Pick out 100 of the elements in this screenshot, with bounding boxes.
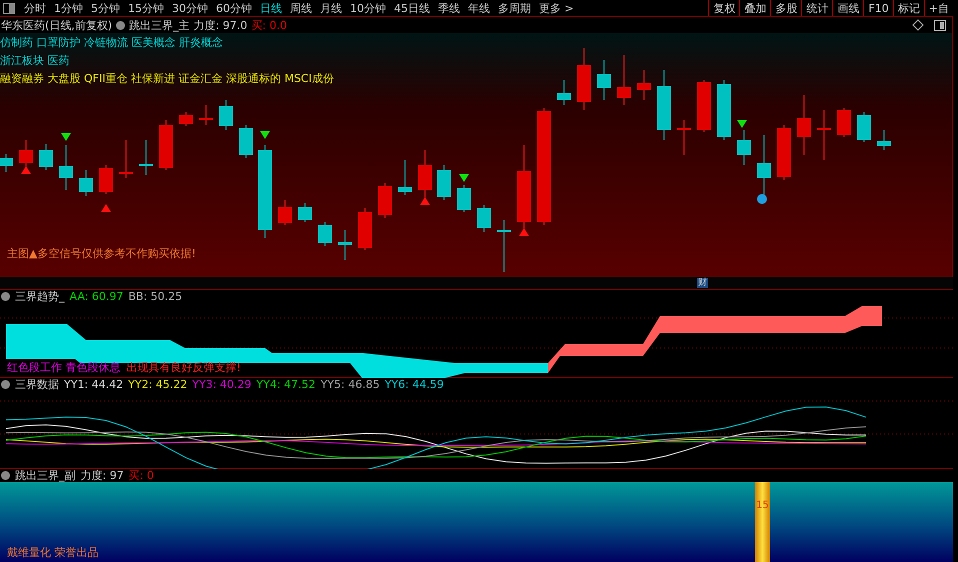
period-tab[interactable]: 月线 xyxy=(316,0,346,16)
period-tab[interactable]: 45日线 xyxy=(390,0,434,16)
candlestick xyxy=(159,120,173,170)
chart-note: 主图▲多空信号仅供参考不作购买依据! xyxy=(7,246,196,261)
toolbar-button[interactable]: +自 xyxy=(924,0,953,16)
period-tab[interactable]: 1分钟 xyxy=(50,0,87,16)
period-tab[interactable]: 5分钟 xyxy=(87,0,124,16)
indicator-name: 三界数据 xyxy=(15,377,59,392)
candlestick xyxy=(239,124,253,158)
collapse-icon[interactable] xyxy=(116,20,126,30)
candlestick xyxy=(139,140,153,176)
up-triangle-icon xyxy=(21,166,31,174)
candlestick xyxy=(99,164,113,194)
panel-toggle-icon[interactable] xyxy=(3,2,15,14)
signal-dot-icon xyxy=(757,194,767,204)
candlestick xyxy=(777,124,791,180)
candlestick xyxy=(637,70,651,100)
concept-tags: 仿制药 口罩防护 冷链物流 医美概念 肝炎概念 xyxy=(0,35,223,50)
candlestick xyxy=(179,112,193,126)
candlestick xyxy=(757,134,771,196)
indicator-readout: YY4: 47.52 xyxy=(256,378,316,392)
period-tab[interactable]: 10分钟 xyxy=(346,0,390,16)
toolbar-button[interactable]: 统计 xyxy=(801,0,832,16)
period-tab[interactable]: 30分钟 xyxy=(168,0,212,16)
candlestick xyxy=(617,54,631,106)
credit-text: 戴维量化 荣誉出品 xyxy=(7,545,98,560)
candlestick xyxy=(677,120,691,156)
toolbar-button[interactable]: 复权 xyxy=(708,0,740,16)
candlestick xyxy=(418,150,432,198)
concept-tags: 浙江板块 医药 xyxy=(0,53,70,68)
indicator-readout: 买: 0 xyxy=(128,468,154,483)
bar-label: 15 xyxy=(756,500,769,511)
candlestick xyxy=(318,222,332,246)
period-tab[interactable]: 季线 xyxy=(434,0,464,16)
candlestick xyxy=(457,184,471,212)
candlestick xyxy=(219,100,233,130)
candlestick xyxy=(837,108,851,138)
candlestick xyxy=(119,140,133,178)
indicator-readout: YY6: 44.59 xyxy=(384,378,444,392)
period-tab[interactable]: 分时 xyxy=(20,0,50,16)
indicator-readout: YY3: 40.29 xyxy=(192,378,252,392)
indicator-readout: BB: 50.25 xyxy=(128,290,182,302)
candlestick xyxy=(298,202,312,222)
period-tab[interactable]: 15分钟 xyxy=(124,0,168,16)
candlestick xyxy=(717,80,731,140)
candlestick xyxy=(39,144,53,170)
toolbar-button[interactable]: 画线 xyxy=(832,0,864,16)
stock-title: 华东医药(日线,前复权) xyxy=(1,18,112,32)
concept-tags: 融资融券 大盘股 QFII重仓 社保新进 证金汇金 深股通标的 MSCI成份 xyxy=(0,71,334,86)
period-tab[interactable]: 多周期 xyxy=(494,0,535,16)
collapse-icon[interactable] xyxy=(1,470,10,480)
down-triangle-icon xyxy=(61,133,71,141)
collapse-icon[interactable] xyxy=(1,380,10,390)
candlestick xyxy=(378,182,392,218)
candlestick xyxy=(697,80,711,132)
toolbar-button[interactable]: 叠加 xyxy=(739,0,770,16)
down-triangle-icon xyxy=(737,120,747,128)
indicator-name: 三界趋势_ xyxy=(15,288,64,304)
candlestick xyxy=(597,60,611,100)
candlestick xyxy=(398,160,412,196)
period-tab[interactable]: 60分钟 xyxy=(212,0,256,16)
indicator-name: 跳出三界_主 xyxy=(129,18,190,32)
panel-toggle-icon[interactable] xyxy=(934,20,946,30)
finance-badge[interactable]: 财 xyxy=(697,278,708,288)
candlestick xyxy=(577,48,591,110)
collapse-icon[interactable] xyxy=(1,292,10,300)
toolbar-button[interactable]: 标记 xyxy=(892,0,924,16)
up-triangle-icon xyxy=(519,228,529,236)
candlestick xyxy=(437,164,451,200)
candlestick xyxy=(797,94,811,156)
indicator-readout: YY5: 46.85 xyxy=(320,378,380,392)
indicator-readout: YY2: 45.22 xyxy=(128,378,188,392)
candlestick xyxy=(199,104,213,126)
diamond-icon[interactable] xyxy=(912,19,924,31)
down-triangle-icon xyxy=(459,174,469,182)
candlestick xyxy=(338,230,352,260)
indicator-name: 跳出三界_副 xyxy=(15,468,76,483)
candlestick xyxy=(877,130,891,150)
period-tab[interactable]: 年线 xyxy=(464,0,494,16)
indicator-readout: 力度: 97.0 xyxy=(194,18,248,32)
indicator-readout: 买: 0.0 xyxy=(251,18,287,32)
panel-note: 出现具有良好反弹支撑! xyxy=(126,360,241,376)
candlestick xyxy=(278,200,292,226)
candlestick xyxy=(657,70,671,140)
toolbar-button[interactable]: 多股 xyxy=(770,0,802,16)
up-triangle-icon xyxy=(101,204,111,212)
up-triangle-icon xyxy=(420,197,430,205)
down-triangle-icon xyxy=(260,131,270,139)
period-tab[interactable]: 周线 xyxy=(286,0,316,16)
indicator-readout: YY1: 44.42 xyxy=(64,378,124,392)
panel-note: 红色段工作 青色段休息 xyxy=(7,360,120,376)
candlestick xyxy=(477,204,491,232)
candlestick xyxy=(857,112,871,142)
indicator-readout: AA: 60.97 xyxy=(70,290,124,302)
period-tab[interactable]: 日线 xyxy=(256,0,286,16)
candlestick xyxy=(59,144,73,190)
toolbar-button[interactable]: F10 xyxy=(863,0,893,16)
period-tab[interactable]: 更多 > xyxy=(535,0,578,16)
indicator-readout: 力度: 97 xyxy=(80,468,124,483)
candlestick xyxy=(0,154,13,172)
